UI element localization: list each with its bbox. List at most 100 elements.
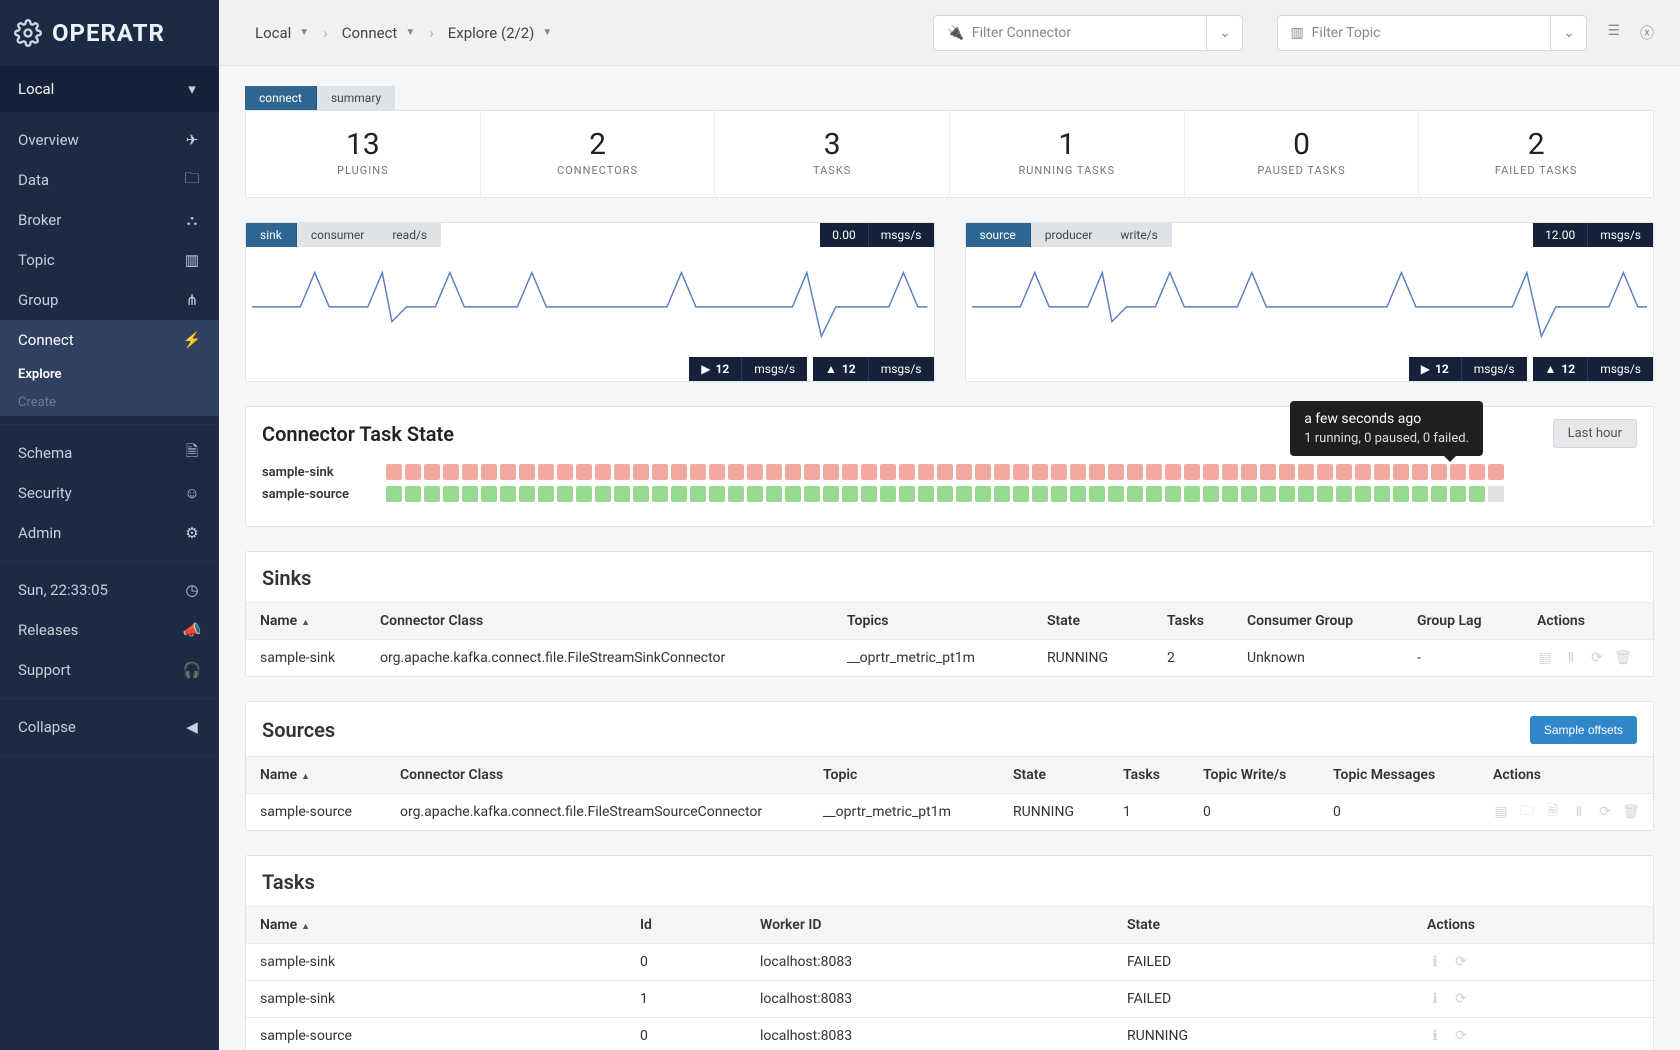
task-cell[interactable]: [1165, 464, 1181, 480]
task-cell[interactable]: [1317, 486, 1333, 502]
delete-icon[interactable]: 🗑: [1623, 804, 1639, 820]
sidebar-sub-explore[interactable]: Explore: [0, 360, 219, 388]
tab-consumer[interactable]: consumer: [297, 223, 379, 247]
pause-icon[interactable]: Ⅱ: [1563, 650, 1579, 666]
task-cell[interactable]: [880, 464, 896, 480]
task-cell[interactable]: [937, 486, 953, 502]
time-range-button[interactable]: Last hour: [1553, 419, 1637, 448]
cell-name[interactable]: sample-source: [246, 1018, 626, 1050]
pause-icon[interactable]: Ⅱ: [1571, 804, 1587, 820]
tab-summary[interactable]: summary: [317, 86, 395, 110]
task-cell[interactable]: [1393, 464, 1409, 480]
sidebar-item-connect[interactable]: Connect⚡: [0, 320, 219, 360]
task-cell[interactable]: [1165, 486, 1181, 502]
task-cell[interactable]: [1070, 486, 1086, 502]
sidebar-item-topic[interactable]: Topic▥: [0, 240, 219, 280]
task-cell[interactable]: [652, 486, 668, 502]
filter-topic[interactable]: ▥Filter Topic ⌄: [1277, 15, 1587, 51]
task-cell[interactable]: [823, 464, 839, 480]
task-cell[interactable]: [652, 464, 668, 480]
chevron-down-icon[interactable]: ⌄: [1550, 16, 1586, 50]
task-cell[interactable]: [1089, 486, 1105, 502]
task-cell[interactable]: [1469, 486, 1485, 502]
task-cell[interactable]: [1279, 464, 1295, 480]
sidebar-item-broker[interactable]: Broker⛬: [0, 200, 219, 240]
folder-icon[interactable]: 🗀: [1519, 804, 1535, 820]
task-cell[interactable]: [519, 464, 535, 480]
task-cell[interactable]: [1336, 464, 1352, 480]
sidebar-item-admin[interactable]: Admin⚙: [0, 513, 219, 553]
task-cell[interactable]: [1374, 464, 1390, 480]
task-cell[interactable]: [1355, 486, 1371, 502]
task-cell[interactable]: [1336, 486, 1352, 502]
task-cell[interactable]: [671, 486, 687, 502]
task-cell[interactable]: [1260, 464, 1276, 480]
tab-writes[interactable]: write/s: [1106, 223, 1171, 247]
task-cell[interactable]: [1146, 464, 1162, 480]
task-cell[interactable]: [1184, 486, 1200, 502]
task-cell[interactable]: [1412, 464, 1428, 480]
task-cell[interactable]: [405, 486, 421, 502]
task-cell[interactable]: [538, 486, 554, 502]
task-cell[interactable]: [519, 486, 535, 502]
task-cell[interactable]: [481, 486, 497, 502]
task-cell[interactable]: [1241, 486, 1257, 502]
task-cell[interactable]: [728, 464, 744, 480]
task-cell[interactable]: [538, 464, 554, 480]
task-cell[interactable]: [804, 486, 820, 502]
task-cell[interactable]: [918, 464, 934, 480]
info-icon[interactable]: ℹ: [1427, 1028, 1443, 1044]
task-cell[interactable]: [443, 464, 459, 480]
sidebar-sub-create[interactable]: Create: [0, 388, 219, 416]
task-cell[interactable]: [1488, 486, 1504, 502]
sidebar-item-schema[interactable]: Schema🗎: [0, 433, 219, 473]
restart-icon[interactable]: ⟳: [1453, 954, 1469, 970]
task-cell[interactable]: [557, 486, 573, 502]
task-cell[interactable]: [1374, 486, 1390, 502]
file-icon[interactable]: 🗎: [1545, 804, 1561, 820]
task-cell[interactable]: [804, 464, 820, 480]
task-cell[interactable]: [880, 486, 896, 502]
task-cell[interactable]: [424, 486, 440, 502]
task-cell[interactable]: [1070, 464, 1086, 480]
task-cell[interactable]: [956, 464, 972, 480]
col-state[interactable]: State: [999, 757, 1109, 794]
task-cell[interactable]: [633, 486, 649, 502]
task-cell[interactable]: [595, 486, 611, 502]
tab-source[interactable]: source: [966, 223, 1031, 247]
task-cell[interactable]: [747, 464, 763, 480]
crumb-connect[interactable]: Connect▼: [332, 18, 426, 48]
cell-name[interactable]: sample-sink: [246, 944, 626, 981]
task-cell[interactable]: [500, 486, 516, 502]
task-cell[interactable]: [500, 464, 516, 480]
delete-icon[interactable]: 🗑: [1615, 650, 1631, 666]
task-cell[interactable]: [709, 464, 725, 480]
col-state[interactable]: State: [1033, 603, 1153, 640]
task-cell[interactable]: [842, 486, 858, 502]
task-cell[interactable]: [1127, 464, 1143, 480]
task-cell[interactable]: [1051, 464, 1067, 480]
task-cell[interactable]: [576, 486, 592, 502]
task-cell[interactable]: [1108, 486, 1124, 502]
task-cell[interactable]: [1298, 486, 1314, 502]
view-icon[interactable]: ▤: [1493, 804, 1509, 820]
task-cell[interactable]: [1317, 464, 1333, 480]
task-cell[interactable]: [1203, 464, 1219, 480]
tab-producer[interactable]: producer: [1031, 223, 1107, 247]
task-cell[interactable]: [1222, 486, 1238, 502]
sidebar-collapse[interactable]: Collapse◀: [0, 707, 219, 747]
restart-icon[interactable]: ⟳: [1589, 650, 1605, 666]
info-icon[interactable]: ℹ: [1427, 991, 1443, 1007]
col-lag[interactable]: Group Lag: [1403, 603, 1523, 640]
col-tasks[interactable]: Tasks: [1109, 757, 1189, 794]
cell-name[interactable]: sample-sink: [246, 640, 366, 677]
restart-icon[interactable]: ⟳: [1453, 991, 1469, 1007]
environment-selector[interactable]: Local ▾: [0, 66, 219, 112]
crumb-local[interactable]: Local▼: [245, 18, 319, 48]
task-cell[interactable]: [975, 464, 991, 480]
task-cell[interactable]: [595, 464, 611, 480]
cell-name[interactable]: sample-sink: [246, 981, 626, 1018]
col-id[interactable]: Id: [626, 907, 746, 944]
tab-connect[interactable]: connect: [245, 86, 317, 110]
task-cell[interactable]: [1089, 464, 1105, 480]
